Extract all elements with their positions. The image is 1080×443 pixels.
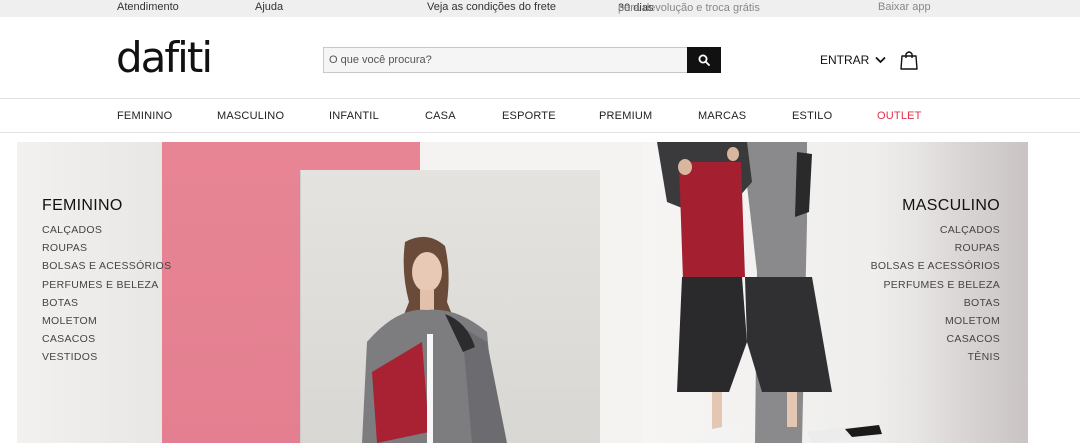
masculino-category-menu: MASCULINO CALÇADOS ROUPAS BOLSAS E ACESS… bbox=[871, 197, 1000, 367]
nav-marcas[interactable]: MARCAS bbox=[698, 110, 746, 122]
login-label: ENTRAR bbox=[820, 53, 870, 67]
nav-feminino[interactable]: FEMININO bbox=[117, 110, 172, 122]
top-utility-bar: Atendimento Ajuda Veja as condições do f… bbox=[0, 0, 1080, 17]
feminino-link-moletom[interactable]: MOLETOM bbox=[42, 312, 171, 330]
search-input[interactable] bbox=[324, 48, 688, 72]
dafiti-logo[interactable]: dafiti bbox=[116, 33, 213, 83]
masculino-link-roupas[interactable]: ROUPAS bbox=[871, 239, 1000, 257]
search-icon bbox=[698, 54, 710, 66]
feminino-link-casacos[interactable]: CASACOS bbox=[42, 330, 171, 348]
feminino-title[interactable]: FEMININO bbox=[42, 197, 171, 215]
masculino-link-perfumes[interactable]: PERFUMES E BELEZA bbox=[871, 276, 1000, 294]
nav-estilo[interactable]: ESTILO bbox=[792, 110, 832, 122]
masculino-link-tenis[interactable]: TÊNIS bbox=[871, 348, 1000, 366]
feminino-link-perfumes[interactable]: PERFUMES E BELEZA bbox=[42, 276, 171, 294]
search-button[interactable] bbox=[687, 47, 721, 73]
nav-outlet[interactable]: OUTLET bbox=[877, 110, 922, 122]
shipping-conditions-link[interactable]: Veja as condições do frete bbox=[427, 1, 556, 13]
feminino-link-botas[interactable]: BOTAS bbox=[42, 294, 171, 312]
nav-masculino[interactable]: MASCULINO bbox=[217, 110, 284, 122]
masculino-title[interactable]: MASCULINO bbox=[871, 197, 1000, 215]
search-bar bbox=[323, 47, 721, 73]
masculino-link-moletom[interactable]: MOLETOM bbox=[871, 312, 1000, 330]
site-header: dafiti ENTRAR bbox=[0, 17, 1080, 99]
main-navigation: FEMININO MASCULINO INFANTIL CASA ESPORTE… bbox=[0, 100, 1080, 133]
chevron-down-icon bbox=[875, 56, 886, 64]
nav-premium[interactable]: PREMIUM bbox=[599, 110, 652, 122]
masculino-link-bolsas[interactable]: BOLSAS E ACESSÓRIOS bbox=[871, 257, 1000, 275]
hero-banner[interactable]: FEMININO CALÇADOS ROUPAS BOLSAS E ACESSÓ… bbox=[17, 142, 1028, 443]
login-button[interactable]: ENTRAR bbox=[820, 53, 886, 67]
nav-casa[interactable]: CASA bbox=[425, 110, 456, 122]
feminino-link-roupas[interactable]: ROUPAS bbox=[42, 239, 171, 257]
shopping-bag-button[interactable] bbox=[900, 50, 918, 75]
download-app-link[interactable]: Baixar app bbox=[878, 1, 931, 13]
atendimento-link[interactable]: Atendimento bbox=[117, 1, 179, 13]
returns-text: para devolução e troca grátis bbox=[618, 2, 760, 14]
masculino-link-calcados[interactable]: CALÇADOS bbox=[871, 221, 1000, 239]
masculino-link-casacos[interactable]: CASACOS bbox=[871, 330, 1000, 348]
feminino-link-calcados[interactable]: CALÇADOS bbox=[42, 221, 171, 239]
feminino-category-menu: FEMININO CALÇADOS ROUPAS BOLSAS E ACESSÓ… bbox=[42, 197, 171, 367]
nav-esporte[interactable]: ESPORTE bbox=[502, 110, 556, 122]
shopping-bag-icon bbox=[900, 51, 918, 70]
nav-infantil[interactable]: INFANTIL bbox=[329, 110, 379, 122]
feminino-link-bolsas[interactable]: BOLSAS E ACESSÓRIOS bbox=[42, 257, 171, 275]
ajuda-link[interactable]: Ajuda bbox=[255, 1, 283, 13]
feminino-link-vestidos[interactable]: VESTIDOS bbox=[42, 348, 171, 366]
masculino-link-botas[interactable]: BOTAS bbox=[871, 294, 1000, 312]
